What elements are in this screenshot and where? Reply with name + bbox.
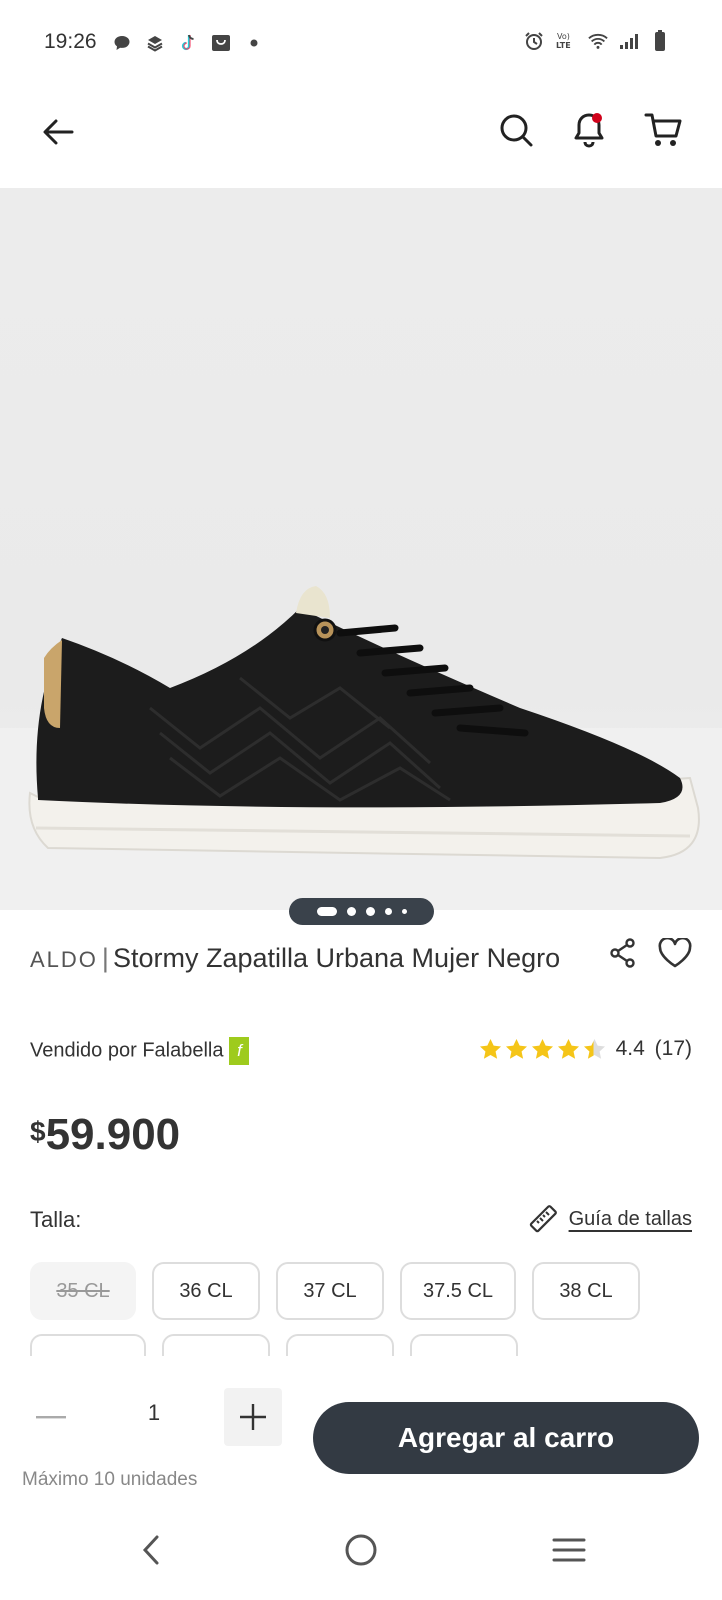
- brand-name[interactable]: ALDO: [30, 947, 98, 972]
- product-rating[interactable]: 4.4 (17): [479, 1037, 692, 1061]
- size-option[interactable]: [410, 1334, 518, 1356]
- top-app-bar: [0, 88, 722, 188]
- cart-button[interactable]: [639, 106, 687, 154]
- system-icons: Vo) LTE: [524, 30, 670, 51]
- notification-icons: [112, 33, 264, 53]
- minus-icon: [36, 1416, 66, 1419]
- plus-icon: [240, 1404, 266, 1430]
- star-icon: [505, 1038, 527, 1059]
- falabella-badge-icon: f: [229, 1037, 250, 1065]
- nav-home-button[interactable]: [336, 1525, 386, 1575]
- size-options-more: [30, 1334, 518, 1356]
- rating-count: (17): [654, 1037, 692, 1060]
- wifi-icon: [588, 31, 608, 51]
- shopping-bag-icon: [211, 33, 231, 53]
- pager-dot[interactable]: [346, 907, 356, 916]
- nav-home-icon: [345, 1534, 377, 1566]
- size-option-35[interactable]: 35 CL: [30, 1262, 136, 1320]
- pager-dot[interactable]: [316, 907, 337, 916]
- alarm-icon: [524, 31, 544, 51]
- nav-back-button[interactable]: [126, 1525, 176, 1575]
- seller-info: Vendido por Falabella f: [30, 1037, 250, 1065]
- cart-icon: [644, 113, 682, 146]
- pager-dot[interactable]: [365, 907, 375, 916]
- share-button[interactable]: [603, 933, 643, 973]
- brand-separator: |: [101, 943, 109, 973]
- size-option[interactable]: [30, 1334, 146, 1356]
- pager-dot[interactable]: [401, 909, 407, 914]
- chat-bubble-icon: [112, 33, 132, 53]
- size-option-38[interactable]: 38 CL: [532, 1262, 640, 1320]
- status-bar: 19:26 Vo) LTE: [0, 0, 722, 88]
- size-label: Talla:: [30, 1207, 82, 1232]
- nav-recents-icon: [552, 1538, 586, 1562]
- star-icon: [479, 1038, 501, 1059]
- product-title: ALDO | Stormy Zapatilla Urbana Mujer Negro: [30, 940, 590, 978]
- status-time: 19:26: [44, 30, 97, 53]
- product-price: $59.900: [30, 1110, 180, 1160]
- max-units-note: Máximo 10 unidades: [22, 1469, 198, 1490]
- svg-text:LTE: LTE: [556, 41, 571, 50]
- ruler-icon: [529, 1205, 557, 1233]
- bell-icon: [574, 113, 604, 148]
- heart-icon: [658, 938, 692, 968]
- back-arrow-icon: [43, 119, 74, 145]
- size-option[interactable]: [286, 1334, 394, 1356]
- size-option-37-5[interactable]: 37.5 CL: [400, 1262, 516, 1320]
- notifications-button[interactable]: [565, 106, 613, 154]
- purchase-bar: 1 Máximo 10 unidades Agregar al carro: [0, 1358, 722, 1490]
- half-star-icon: [583, 1038, 605, 1059]
- back-button[interactable]: [34, 108, 82, 156]
- nav-back-icon: [142, 1535, 159, 1565]
- product-name: Stormy Zapatilla Urbana Mujer Negro: [112, 943, 561, 973]
- price-currency: $: [30, 1116, 46, 1147]
- price-amount: 59.900: [45, 1110, 181, 1159]
- quantity-decrease-button[interactable]: [22, 1388, 80, 1446]
- add-to-cart-button[interactable]: Agregar al carro: [313, 1402, 699, 1474]
- volte-icon: Vo) LTE: [555, 31, 577, 51]
- size-option[interactable]: [162, 1334, 270, 1356]
- search-button[interactable]: [492, 106, 540, 154]
- quantity-value[interactable]: 1: [120, 1400, 188, 1426]
- image-pager[interactable]: [289, 898, 434, 925]
- size-guide-link[interactable]: Guía de tallas: [527, 1203, 692, 1235]
- battery-icon: [650, 30, 670, 51]
- dot-icon: [244, 33, 264, 53]
- product-image-carousel[interactable]: [0, 188, 722, 910]
- tiktok-icon: [178, 33, 198, 53]
- rating-stars: [479, 1038, 606, 1060]
- app-screen: 19:26 Vo) LTE ALDO | Stormy Zapatilla Ur…: [0, 0, 722, 1600]
- favorite-button[interactable]: [655, 933, 695, 973]
- signal-icon: [619, 31, 639, 51]
- star-icon: [531, 1038, 553, 1059]
- svg-text:Vo): Vo): [557, 32, 570, 41]
- size-guide-label[interactable]: Guía de tallas: [569, 1208, 692, 1231]
- star-icon: [557, 1038, 579, 1059]
- quantity-increase-button[interactable]: [224, 1388, 282, 1446]
- size-option-37[interactable]: 37 CL: [276, 1262, 384, 1320]
- search-icon: [500, 114, 533, 147]
- system-nav-bar: [0, 1520, 722, 1600]
- seller-text: Vendido por Falabella: [30, 1039, 224, 1062]
- black-sneaker-image: [0, 586, 722, 910]
- rating-value: 4.4: [615, 1037, 645, 1060]
- nav-recents-button[interactable]: [544, 1525, 594, 1575]
- size-option-36[interactable]: 36 CL: [152, 1262, 260, 1320]
- share-icon: [610, 938, 635, 968]
- layers-icon: [145, 33, 165, 53]
- size-options: 35 CL 36 CL 37 CL 37.5 CL 38 CL: [30, 1262, 640, 1320]
- pager-dot[interactable]: [384, 908, 392, 915]
